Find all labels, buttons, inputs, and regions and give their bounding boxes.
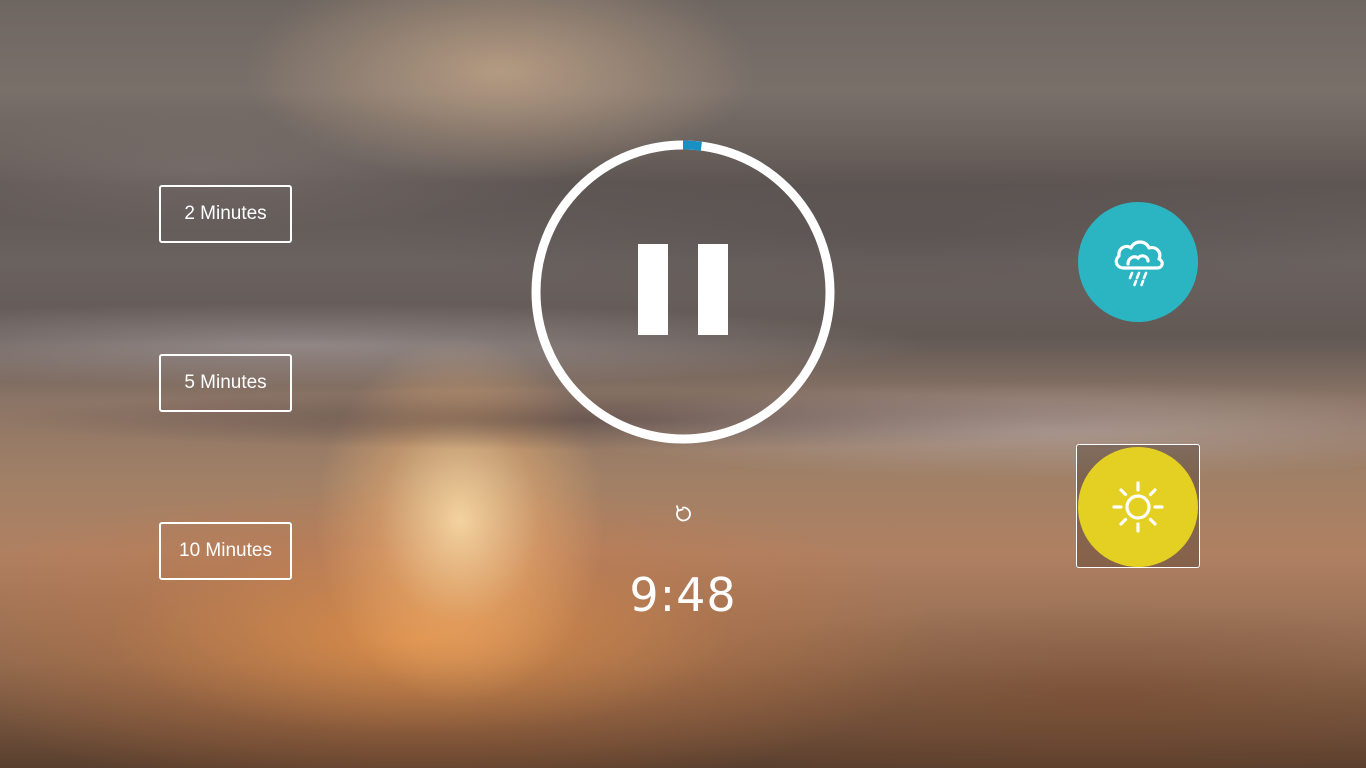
reset-button[interactable] — [672, 503, 694, 525]
duration-5-minutes-button[interactable]: 5 Minutes — [159, 354, 292, 412]
sun-sound-button[interactable] — [1078, 447, 1198, 567]
progress-track — [531, 140, 835, 444]
sun-icon — [1112, 481, 1164, 533]
progress-ring — [531, 140, 835, 444]
sun-sound-selected-frame[interactable] — [1076, 444, 1200, 568]
cloud-rain-icon — [1114, 240, 1164, 287]
duration-10-minutes-button[interactable]: 10 Minutes — [159, 522, 292, 580]
duration-2-minutes-button[interactable]: 2 Minutes — [159, 185, 292, 243]
time-remaining: 9:48 — [629, 568, 737, 622]
meditation-timer-app: 2 Minutes 5 Minutes 10 Minutes 9:48 — [0, 0, 1366, 768]
play-pause-button[interactable] — [530, 139, 836, 445]
rain-sound-button[interactable] — [1078, 202, 1198, 322]
reset-icon — [676, 505, 691, 522]
pause-icon — [638, 244, 728, 335]
